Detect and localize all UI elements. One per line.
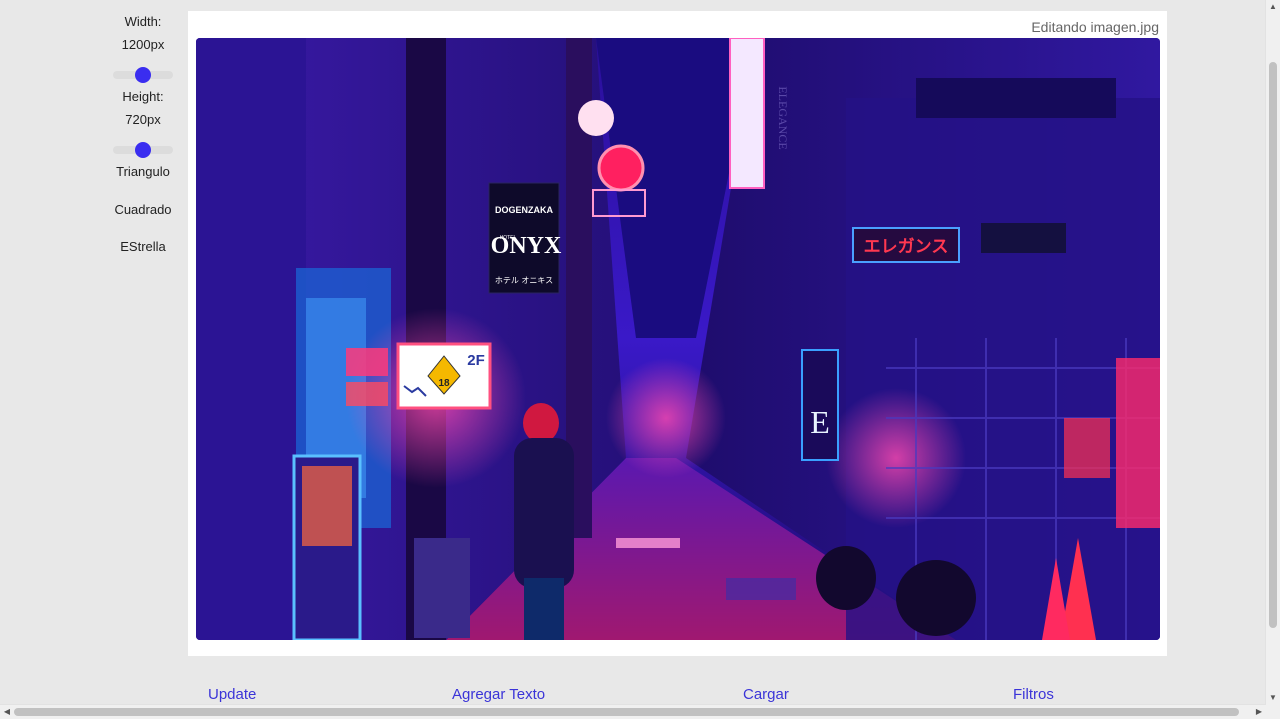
horizontal-scrollbar[interactable]: ◀ ▶ — [0, 704, 1266, 719]
image-canvas[interactable]: DOGENZAKA HOTEL ONYX ホテル オニキス ELEGANCE エ… — [196, 38, 1160, 640]
load-button[interactable]: Cargar — [743, 686, 789, 703]
scroll-left-icon[interactable]: ◀ — [0, 705, 14, 719]
scroll-right-icon[interactable]: ▶ — [1252, 705, 1266, 719]
add-text-button[interactable]: Agregar Texto — [452, 686, 545, 703]
square-button[interactable]: Cuadrado — [98, 202, 188, 217]
width-slider[interactable] — [113, 67, 173, 83]
scroll-up-icon[interactable]: ▲ — [1266, 0, 1280, 14]
horizontal-scroll-thumb[interactable] — [14, 708, 1239, 716]
vertical-scrollbar[interactable]: ▲ ▼ — [1265, 0, 1280, 705]
scrollbar-corner — [1266, 705, 1280, 719]
sign-dogenzaka: DOGENZAKA — [495, 205, 553, 215]
star-button[interactable]: EStrella — [98, 239, 188, 254]
height-label: Height: — [122, 89, 164, 104]
sign-letter: E — [810, 404, 830, 440]
width-slider-knob[interactable] — [135, 67, 151, 83]
sign-floor: 2F — [467, 352, 485, 369]
height-slider-knob[interactable] — [135, 142, 151, 158]
triangle-button[interactable]: Triangulo — [98, 164, 188, 179]
editor-card: Editando imagen.jpg DOGENZAKA HOTEL ONYX… — [188, 11, 1167, 656]
filters-button[interactable]: Filtros — [1013, 686, 1054, 703]
update-button[interactable]: Update — [208, 686, 256, 703]
sign-hotel-jp: ホテル オニキス — [495, 276, 553, 285]
file-title: Editando imagen.jpg — [1031, 19, 1159, 35]
sign-age: 18 — [438, 378, 450, 389]
width-label: Width: — [124, 14, 162, 29]
height-value: 720px — [125, 112, 161, 127]
width-value: 1200px — [121, 37, 165, 52]
vertical-scroll-thumb[interactable] — [1269, 62, 1277, 628]
sign-elegance-jp: エレガンス — [864, 237, 949, 257]
sign-onyx: ONYX — [491, 233, 562, 259]
scroll-down-icon[interactable]: ▼ — [1266, 691, 1280, 705]
street-photo: DOGENZAKA HOTEL ONYX ホテル オニキス ELEGANCE エ… — [196, 38, 1160, 640]
height-slider[interactable] — [113, 142, 173, 158]
sign-elegance-vertical: ELEGANCE — [776, 86, 790, 149]
